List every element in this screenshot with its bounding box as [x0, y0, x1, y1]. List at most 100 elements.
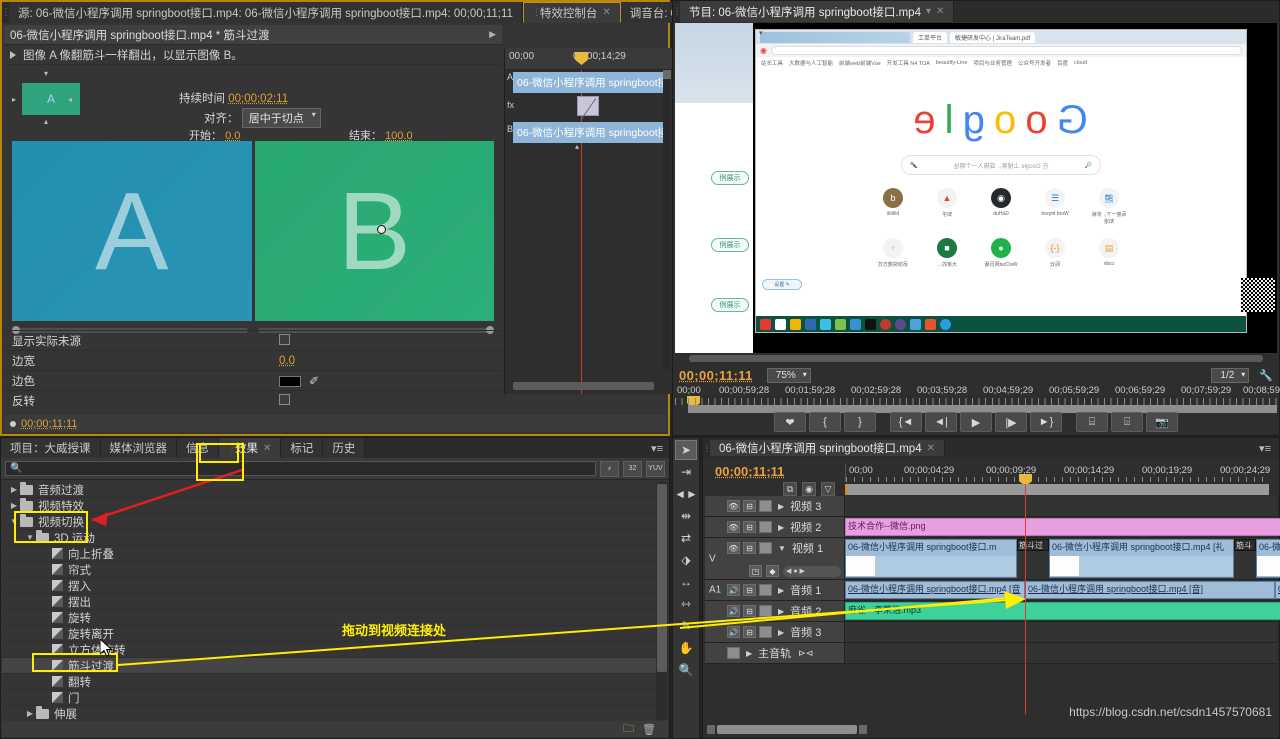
- timeline-clip[interactable]: 06-微信小程序调用 springboot接口.mp4 [音: [845, 581, 1025, 599]
- track-eye-icon[interactable]: 👁: [727, 542, 740, 554]
- tab-markers[interactable]: 标记: [281, 438, 323, 458]
- program-zoom-dropdown[interactable]: 75%: [767, 368, 811, 383]
- track-header-4[interactable]: A1 🔊 ⊟ ▶ 音频 1: [705, 580, 845, 600]
- timeline-hscroll-thumb[interactable]: [717, 725, 857, 734]
- effects-tab-close-icon[interactable]: ✕: [263, 443, 271, 454]
- timeline-panel-menu-icon[interactable]: ▾≡: [1259, 442, 1279, 455]
- extract-button[interactable]: ⌹: [1111, 412, 1143, 432]
- track-lock-icon[interactable]: ⊟: [743, 500, 756, 512]
- slide-tool[interactable]: ⇿: [675, 594, 697, 614]
- timeline-timecode[interactable]: 00;00;11;11: [715, 464, 784, 479]
- effects-item-row[interactable]: 门: [2, 690, 656, 706]
- track-keyframe-icon[interactable]: ◳: [749, 565, 762, 577]
- track-target-box[interactable]: [759, 584, 772, 596]
- timeline-transition-clip[interactable]: 筋斗过渡: [1017, 539, 1049, 551]
- thumb-right-arrow-icon[interactable]: ◂: [68, 95, 72, 104]
- timeline-clip[interactable]: 06-微信小程序调用 springboot接口.mp4 [礼: [1049, 539, 1234, 578]
- track-header-7[interactable]: ▶ 主音轨 ⊳⊲: [705, 643, 845, 663]
- program-tab-dropdown-icon[interactable]: ▾: [926, 6, 931, 17]
- step-forward-button[interactable]: |▶: [995, 412, 1027, 432]
- delete-icon[interactable]: 🗑: [642, 723, 656, 736]
- track-header-3[interactable]: V 👁 ⊟ ▼ 视频 1 ◳ ◆ ◀ ● ▶: [705, 538, 845, 579]
- track-target-box[interactable]: [759, 500, 772, 512]
- track-expand-icon[interactable]: ▶: [746, 649, 752, 658]
- timeline-work-area-bar[interactable]: [845, 484, 1269, 495]
- new-folder-icon[interactable]: 🗀: [623, 720, 634, 739]
- track-content[interactable]: [845, 496, 1277, 516]
- track-content[interactable]: 麻雀 - 李荣浩.mp3: [845, 601, 1277, 621]
- track-header-2[interactable]: 👁 ⊟ ▶ 视频 2: [705, 517, 845, 537]
- program-hscrollbar[interactable]: [689, 355, 1263, 362]
- track-expand-icon[interactable]: ▶: [778, 628, 784, 637]
- keyframe-nav-control[interactable]: ◀ ● ▶: [783, 566, 841, 577]
- pen-tool[interactable]: ✎: [675, 616, 697, 636]
- mini-timeline-scrollbar[interactable]: [663, 70, 671, 370]
- timeline-ruler[interactable]: 00;00 00;00;04;29 00;00;09;29 00;00;14;2…: [845, 464, 1269, 482]
- mini-transition-block[interactable]: [577, 96, 599, 116]
- track-expand-icon[interactable]: ▶: [778, 523, 784, 532]
- rolling-edit-tool[interactable]: ⇹: [675, 506, 697, 526]
- timeline-zoom-out-handle[interactable]: [707, 725, 715, 734]
- snap-toggle-icon[interactable]: ⧉: [783, 482, 797, 496]
- eyedropper-icon[interactable]: ✐: [309, 374, 319, 388]
- border-width-value[interactable]: 0.0: [279, 355, 295, 367]
- align-dropdown[interactable]: 居中于切点: [242, 108, 321, 128]
- track-collapse-icon[interactable]: ▼: [778, 544, 786, 553]
- yuv-icon[interactable]: YUV: [646, 461, 665, 477]
- thumb-left-arrow-icon[interactable]: ▸: [12, 95, 16, 104]
- slip-tool[interactable]: ↔: [675, 572, 697, 592]
- go-to-out-button[interactable]: ►}: [1030, 412, 1062, 432]
- track-lock-icon[interactable]: ⊟: [743, 542, 756, 554]
- track-expand-icon[interactable]: ▶: [778, 607, 784, 616]
- effects-vscrollbar[interactable]: [656, 482, 668, 720]
- ripple-edit-tool[interactable]: ◄►: [675, 484, 697, 504]
- expand-triangle-icon[interactable]: [10, 51, 16, 59]
- track-mute-icon[interactable]: 🔊: [727, 626, 740, 638]
- timeline-clip[interactable]: 06-微信小程序调用 springboot接口.m: [845, 539, 1017, 578]
- mark-out-button[interactable]: }: [844, 412, 876, 432]
- effects-item-row[interactable]: 摆入: [2, 578, 656, 594]
- program-timecode[interactable]: 00;00;11;11: [679, 368, 753, 383]
- effects-item-row[interactable]: 翻转: [2, 674, 656, 690]
- effects-item-row[interactable]: 帘式: [2, 562, 656, 578]
- track-content[interactable]: 技术合作--微信.png: [845, 517, 1277, 537]
- track-content[interactable]: [845, 643, 1277, 663]
- play-button[interactable]: ▶: [960, 412, 992, 432]
- timeline-transition-clip[interactable]: 筋斗: [1234, 539, 1256, 551]
- track-mute-icon[interactable]: 🔊: [727, 605, 740, 617]
- reverse-checkbox[interactable]: [279, 394, 290, 405]
- track-lock-icon[interactable]: ⊟: [743, 626, 756, 638]
- effects-folder-row[interactable]: ▼ 视频切换: [2, 514, 656, 530]
- search-input[interactable]: 🔍: [5, 461, 596, 476]
- track-content[interactable]: 06-微信小程序调用 springboot接口.mp4 [音 06-微信小程序调用…: [845, 580, 1277, 600]
- marker-button[interactable]: ❤: [774, 412, 806, 432]
- mark-in-button[interactable]: {: [809, 412, 841, 432]
- track-target-box[interactable]: [727, 647, 740, 659]
- track-target-box[interactable]: [759, 521, 772, 533]
- zoom-tool[interactable]: 🔍: [675, 660, 697, 680]
- track-mute-icon[interactable]: 🔊: [727, 584, 740, 596]
- mini-timeline-hscroll[interactable]: [513, 382, 654, 390]
- tab-effect-controls[interactable]: 特效控制台 ✕: [523, 2, 621, 23]
- track-expand-icon[interactable]: ▶: [778, 502, 784, 511]
- tab-history[interactable]: 历史: [323, 438, 365, 458]
- timeline-grip-icon[interactable]: [703, 443, 710, 454]
- program-ruler[interactable]: 00;00 00;00;59;28 00;01;59;28 00;02;59;2…: [675, 385, 1277, 407]
- track-header-1[interactable]: 👁 ⊟ ▶ 视频 3: [705, 496, 845, 516]
- track-content[interactable]: 06-微信小程序调用 springboot接口.m筋斗过渡06-微信小程序调用 …: [845, 538, 1277, 579]
- chevron-right-icon[interactable]: ▶: [8, 501, 20, 510]
- track-lock-icon[interactable]: ⊟: [743, 605, 756, 617]
- effects-item-row[interactable]: 旋转: [2, 610, 656, 626]
- mini-timeline-ruler[interactable]: 00;00 00;00;14;29: [505, 48, 672, 70]
- track-diamond-icon[interactable]: ◆: [766, 565, 779, 577]
- track-header-6[interactable]: 🔊 ⊟ ▶ 音频 3: [705, 622, 845, 642]
- program-tab-close-icon[interactable]: ✕: [936, 6, 944, 17]
- add-marker-icon[interactable]: ▽: [821, 482, 835, 496]
- track-lock-icon[interactable]: ⊟: [743, 584, 756, 596]
- razor-tool[interactable]: ⬗: [675, 550, 697, 570]
- timeline-clip[interactable]: 麻雀 - 李荣浩.mp3: [845, 602, 1280, 620]
- effects-vscroll-thumb[interactable]: [657, 484, 667, 672]
- panel-grip-icon[interactable]: [2, 2, 9, 23]
- duration-value[interactable]: 00;00;02;11: [228, 93, 288, 105]
- accelerated-icon[interactable]: ⚡: [600, 461, 619, 477]
